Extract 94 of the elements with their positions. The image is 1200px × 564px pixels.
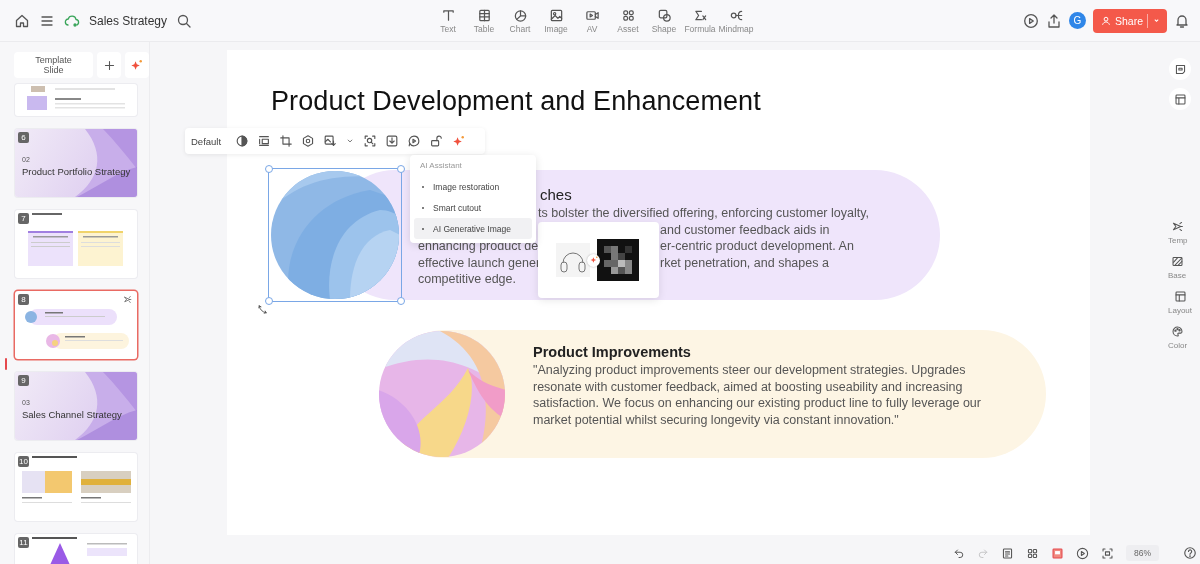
slide-number: 9: [18, 375, 29, 386]
panel-button[interactable]: Color: [1168, 325, 1188, 350]
panel-button[interactable]: Base: [1168, 255, 1187, 280]
rotate-icon[interactable]: [257, 303, 269, 315]
grid-icon: [620, 7, 636, 23]
body-text: effective launch gener: [418, 254, 538, 271]
help-icon[interactable]: [1183, 546, 1197, 560]
card-heading: ches: [540, 185, 572, 205]
avatar[interactable]: G: [1068, 12, 1086, 29]
comment-button[interactable]: [1169, 58, 1191, 80]
menu-item[interactable]: Smart cutout: [414, 197, 532, 218]
home-icon[interactable]: [14, 12, 30, 29]
person-icon: [1100, 15, 1111, 26]
caret-icon[interactable]: [1152, 16, 1161, 25]
selection-indicator: [5, 358, 7, 370]
slide-thumbnail[interactable]: 8: [15, 291, 137, 359]
notes-icon[interactable]: [1001, 546, 1014, 560]
plus-icon: [102, 58, 116, 72]
palette-icon: [1171, 325, 1185, 338]
document-title[interactable]: Sales Strategy: [89, 13, 168, 28]
slide-title: Product Development and Enhancement: [271, 86, 762, 116]
slide-number: 11: [18, 537, 29, 548]
text-icon: [440, 7, 456, 23]
play-icon[interactable]: [1022, 12, 1039, 29]
slide-title: Product Portfolio Strategy: [22, 166, 131, 177]
unlock-icon[interactable]: [429, 134, 444, 148]
play-icon[interactable]: [1076, 546, 1089, 560]
slide-thumbnail[interactable]: [15, 84, 137, 116]
panel-button[interactable]: Temp: [1168, 220, 1188, 245]
sparkle-icon[interactable]: [451, 133, 467, 149]
slide-view-icon[interactable]: [1051, 546, 1064, 560]
redo-icon: [977, 547, 989, 559]
share-icon[interactable]: [1045, 12, 1062, 29]
template-icon: [1173, 92, 1187, 106]
toolbar-button[interactable]: Formula: [686, 7, 714, 34]
panel-button[interactable]: Layout: [1168, 290, 1192, 315]
slide-thumbnail[interactable]: 10: [15, 453, 137, 521]
image-icon: [548, 7, 564, 23]
replace-image-icon[interactable]: [323, 134, 338, 148]
slide-number: 6: [18, 132, 29, 143]
style-label[interactable]: Default: [191, 135, 222, 147]
settings-icon[interactable]: [301, 134, 316, 148]
card-text: "Analyzing product improvements steer our development strategies. Upgrades resonate with customer feedback, aimed at boosting useability and increasing satisfaction. We focus on enhancing our existing product line to fully leverage our market potential whilst securing longevity via constant innovation.": [533, 362, 982, 428]
slide-thumbnail[interactable]: 11: [15, 534, 137, 564]
layout-icon: [1173, 290, 1187, 303]
slide-number: 8: [18, 294, 29, 305]
hatched-square-icon: [1170, 255, 1184, 268]
crop-icon[interactable]: [279, 134, 294, 148]
zoom-frame-icon[interactable]: [363, 134, 378, 148]
chart-icon: [512, 7, 528, 23]
menu-item[interactable]: AI Generative Image: [414, 218, 532, 239]
ai-button[interactable]: [125, 52, 149, 78]
add-slide-button[interactable]: [97, 52, 121, 78]
grid-icon[interactable]: [1026, 546, 1039, 560]
template-button[interactable]: [1169, 88, 1191, 110]
toolbar-button[interactable]: AV: [578, 7, 606, 34]
body-text: ts bolster the diversified offering, enforcing customer loyalty,: [538, 205, 870, 222]
toolbar-button[interactable]: Text: [434, 7, 462, 34]
fit-screen-icon[interactable]: [1101, 546, 1114, 560]
cloud-icon: [64, 12, 80, 29]
comment-icon: [1173, 62, 1187, 76]
slide-thumbnail[interactable]: 7: [15, 210, 137, 278]
toolbar-button[interactable]: Shape: [650, 7, 678, 34]
body-text: competitive edge.: [418, 271, 517, 288]
contrast-icon[interactable]: [235, 134, 250, 148]
toolbar-button[interactable]: Asset: [614, 7, 642, 34]
share-button[interactable]: Share: [1092, 8, 1167, 33]
undo-button[interactable]: [953, 547, 965, 559]
slide-title: Sales Channel Strategy: [22, 409, 122, 420]
zoom-level[interactable]: 86%: [1126, 545, 1159, 561]
play-bubble-icon[interactable]: [407, 134, 422, 148]
body-text: rket penetration, and shapes a: [660, 254, 830, 271]
download-icon[interactable]: [385, 134, 400, 148]
bell-icon[interactable]: [1174, 12, 1190, 29]
menu-item[interactable]: Image restoration: [414, 176, 532, 197]
card-heading: Product Improvements: [533, 343, 692, 362]
toolbar-button[interactable]: Image: [542, 7, 570, 34]
layout-icon[interactable]: [257, 134, 272, 148]
arrow-icon: [1171, 220, 1185, 233]
toolbar-button[interactable]: Chart: [506, 7, 534, 34]
body-text: er-centric product development. An: [660, 238, 855, 255]
body-text: enhancing product de: [418, 238, 538, 255]
menu-title: AI Assistant: [419, 160, 463, 172]
toolbar-button[interactable]: Table: [470, 7, 498, 34]
table-icon: [476, 7, 492, 23]
slide-number: 7: [18, 213, 29, 224]
undo-icon: [953, 547, 965, 559]
body-text: and customer feedback aids in: [660, 221, 831, 238]
shapes-icon: [656, 7, 672, 23]
sparkle-icon: [129, 57, 145, 73]
slide-number: 10: [18, 456, 29, 467]
template-slide-button[interactable]: Template Slide: [14, 52, 93, 78]
animation-icon: [123, 295, 132, 304]
search-icon[interactable]: [176, 12, 193, 29]
